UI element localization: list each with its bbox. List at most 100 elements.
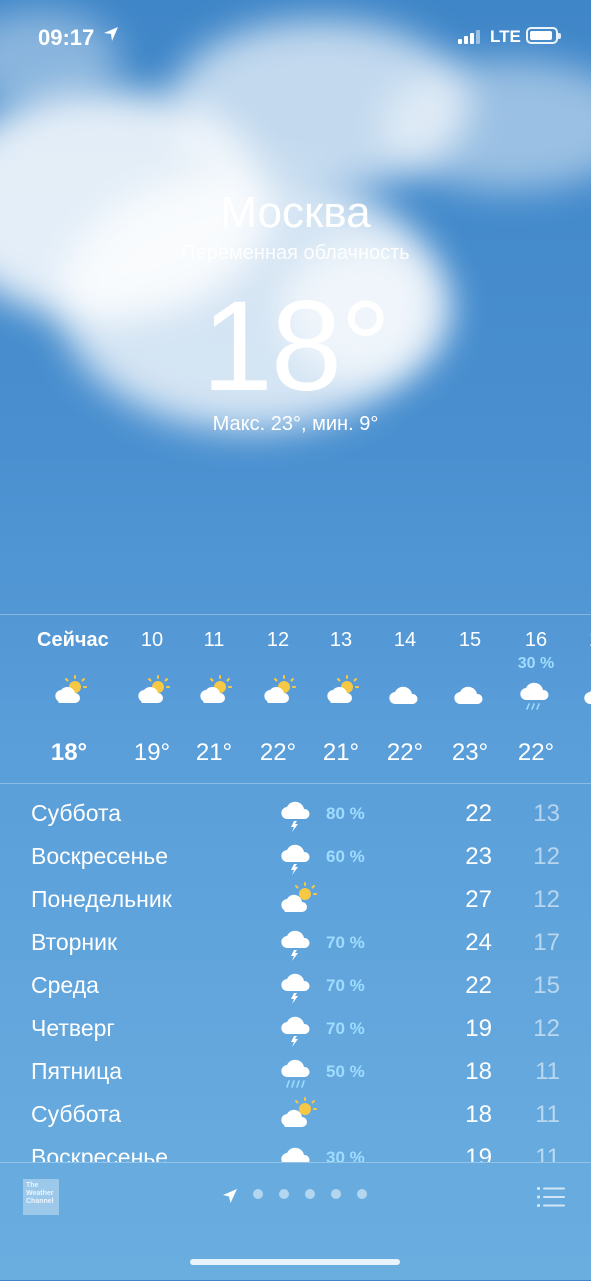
- day-high: 22: [465, 972, 492, 999]
- page-dot[interactable]: [357, 1189, 367, 1199]
- hour-temperature: 22°: [517, 739, 555, 766]
- hourly-item: 11 21°: [182, 615, 246, 783]
- day-name: Суббота: [31, 800, 122, 826]
- bottom-toolbar: The Weather Channel: [0, 1162, 591, 1281]
- page-dot[interactable]: [331, 1189, 341, 1199]
- hour-label: 10: [140, 629, 164, 651]
- hour-temperature: 2: [568, 739, 591, 767]
- hour-temperature: 21°: [195, 739, 233, 766]
- day-precipitation: 80 %: [326, 804, 365, 823]
- day-high: 27: [465, 886, 492, 913]
- day-low: 12: [533, 1015, 560, 1042]
- day-precipitation: 50 %: [326, 1062, 365, 1081]
- hour-label: 16: [524, 629, 548, 651]
- daily-row: Четверг 70 % 19 12: [0, 1005, 591, 1048]
- thunderstorm-icon: [281, 1016, 310, 1047]
- hour-temperature: 19°: [133, 739, 171, 766]
- daily-row: Суббота 80 % 22 13: [0, 790, 591, 833]
- daily-row: Воскресенье 30 % 19 11: [0, 1134, 591, 1162]
- hour-temperature: 22°: [386, 739, 424, 766]
- page-dot[interactable]: [279, 1189, 289, 1199]
- day-name: Понедельник: [31, 886, 172, 912]
- cloud-icon: [389, 686, 418, 704]
- city-name: Москва: [220, 188, 371, 237]
- day-name: Воскресенье: [31, 843, 169, 869]
- current-location-icon[interactable]: [222, 1188, 238, 1204]
- weather-channel-logo[interactable]: The Weather Channel: [23, 1179, 59, 1215]
- day-low: 12: [533, 886, 560, 913]
- hour-label: 11: [203, 629, 225, 651]
- partly-sunny-icon: [281, 1097, 317, 1127]
- thunderstorm-icon: [281, 801, 310, 832]
- high-low-temperature: Макс. 23°, мин. 9°: [212, 413, 379, 435]
- partly-sunny-icon: [264, 675, 296, 703]
- day-low: 11: [535, 1101, 560, 1128]
- hourly-item: 13 21°: [309, 615, 373, 783]
- weather-condition: Переменная облачность: [181, 242, 410, 264]
- hourly-forecast[interactable]: Сейчас 18° 10 19° 11 21° 12 22° 13 21° 1…: [0, 614, 591, 784]
- hour-temperature: 18°: [50, 739, 88, 766]
- status-time: 09:17: [38, 25, 95, 50]
- hourly-item: Сейчас 18°: [37, 615, 109, 783]
- day-high: 19: [465, 1015, 492, 1042]
- home-indicator[interactable]: [190, 1259, 400, 1265]
- day-low: 12: [533, 843, 560, 870]
- thunderstorm-icon: [281, 973, 310, 1004]
- cellular-signal-icon: [458, 30, 480, 44]
- day-high: 19: [465, 1144, 492, 1162]
- cloud-icon: [584, 690, 591, 704]
- daily-row: Воскресенье 60 % 23 12: [0, 833, 591, 876]
- day-low: 15: [533, 972, 560, 999]
- thunderstorm-icon: [281, 844, 310, 875]
- day-low: 11: [535, 1144, 560, 1162]
- hourly-item: 12 22°: [246, 615, 310, 783]
- partly-sunny-icon: [200, 675, 232, 703]
- hourly-item: 17 40 2: [568, 615, 591, 783]
- day-high: 22: [465, 800, 492, 827]
- page-dot[interactable]: [253, 1189, 263, 1199]
- daily-row: Среда 70 % 22 15: [0, 962, 591, 1005]
- partly-sunny-icon: [327, 675, 359, 703]
- hourly-item: 10 19°: [120, 615, 184, 783]
- hourly-item: 16 30 % 22°: [504, 615, 568, 783]
- day-name: Четверг: [31, 1015, 115, 1041]
- hour-label: 13: [329, 629, 353, 651]
- day-precipitation: 30 %: [326, 1148, 365, 1162]
- hour-temperature: 23°: [451, 739, 489, 766]
- day-name: Пятница: [31, 1058, 123, 1084]
- day-name: Вторник: [31, 929, 118, 955]
- day-name: Воскресенье: [31, 1144, 169, 1162]
- hour-precipitation: 30 %: [517, 655, 555, 672]
- daily-row: Понедельник 27 12: [0, 876, 591, 919]
- day-low: 13: [533, 800, 560, 827]
- network-type: LTE: [490, 27, 521, 46]
- partly-sunny-icon: [138, 675, 170, 703]
- daily-row: Суббота 18 11: [0, 1091, 591, 1134]
- thunderstorm-icon: [281, 930, 310, 961]
- hour-temperature: 22°: [259, 739, 297, 766]
- day-high: 23: [465, 843, 492, 870]
- daily-forecast[interactable]: Суббота 80 % 22 13 Воскресенье 60 % 23 1…: [0, 786, 591, 1162]
- cloud-icon: [454, 686, 483, 704]
- day-precipitation: 70 %: [326, 976, 365, 995]
- page-dot[interactable]: [305, 1189, 315, 1199]
- day-high: 18: [465, 1058, 492, 1085]
- day-high: 18: [465, 1101, 492, 1128]
- hour-temperature: 21°: [322, 739, 360, 766]
- partly-sunny-icon: [281, 882, 317, 912]
- hour-label: Сейчас: [37, 629, 109, 651]
- rain-icon: [520, 682, 549, 710]
- day-high: 24: [465, 929, 492, 956]
- current-temperature: 18°: [201, 275, 392, 418]
- status-bar: 09:17 LTE: [0, 0, 591, 76]
- hourly-item: 15 23°: [438, 615, 502, 783]
- list-icon[interactable]: [537, 1186, 565, 1208]
- hourly-item: 14 22°: [373, 615, 437, 783]
- day-name: Суббота: [31, 1101, 122, 1127]
- daily-row: Пятница 50 % 18 11: [0, 1048, 591, 1091]
- location-arrow-icon: [104, 27, 118, 41]
- hour-label: 12: [266, 629, 290, 651]
- partly-sunny-icon: [55, 675, 87, 703]
- battery-icon: [526, 27, 561, 44]
- daily-row: Вторник 70 % 24 17: [0, 919, 591, 962]
